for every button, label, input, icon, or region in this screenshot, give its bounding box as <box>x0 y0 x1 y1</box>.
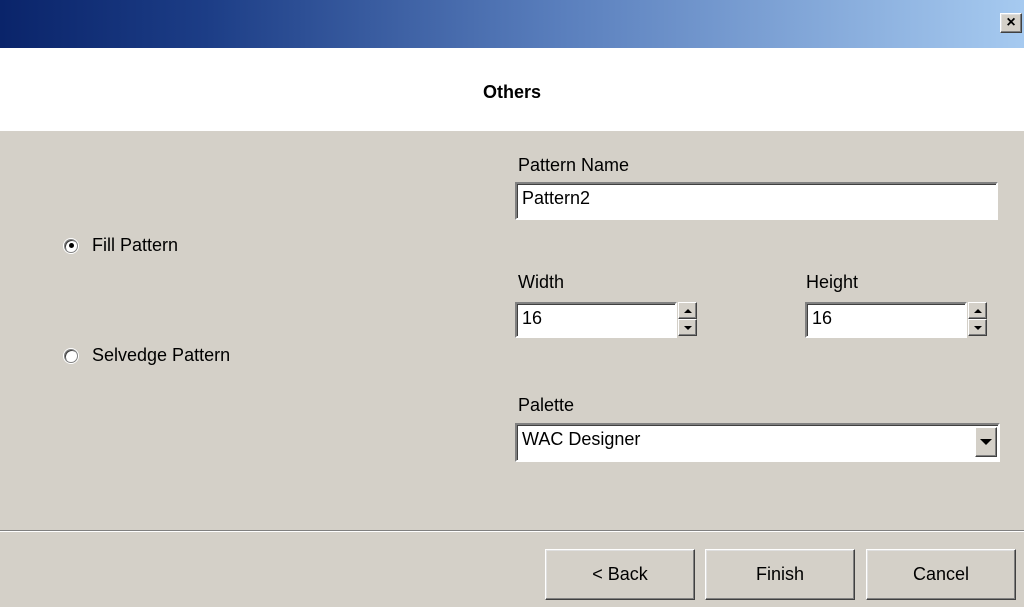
palette-label: Palette <box>518 395 575 415</box>
width-input[interactable]: 16 <box>515 302 677 338</box>
arrow-down-icon <box>973 325 982 330</box>
selvedge-pattern-radio[interactable]: Selvedge Pattern <box>64 345 230 366</box>
close-icon: × <box>1006 14 1016 31</box>
palette-dropdown-button[interactable] <box>975 427 997 457</box>
selvedge-pattern-label: Selvedge Pattern <box>92 345 231 365</box>
palette-select[interactable]: WAC Designer <box>515 423 1000 462</box>
footer-divider-highlight <box>0 531 1024 532</box>
radio-selected-icon[interactable] <box>64 238 78 253</box>
close-button[interactable]: × <box>1000 13 1022 33</box>
height-spinner[interactable] <box>968 302 987 336</box>
arrow-up-icon <box>973 308 982 313</box>
header-divider <box>0 130 1024 131</box>
fill-pattern-label: Fill Pattern <box>92 235 179 255</box>
height-label: Height <box>806 272 859 292</box>
width-increment-button[interactable] <box>678 302 697 319</box>
cancel-button[interactable]: Cancel <box>866 549 1016 600</box>
width-label: Width <box>518 272 565 292</box>
height-input[interactable]: 16 <box>805 302 967 338</box>
fill-pattern-radio[interactable]: Fill Pattern <box>64 235 178 256</box>
finish-button[interactable]: Finish <box>705 549 855 600</box>
height-decrement-button[interactable] <box>968 319 987 336</box>
height-increment-button[interactable] <box>968 302 987 319</box>
pattern-name-label: Pattern Name <box>518 155 630 175</box>
back-button[interactable]: < Back <box>545 549 695 600</box>
width-decrement-button[interactable] <box>678 319 697 336</box>
width-spinner[interactable] <box>678 302 697 336</box>
chevron-down-icon <box>980 439 992 445</box>
wizard-dialog: × Others Fill Pattern Selvedge Pattern P… <box>0 0 1024 607</box>
arrow-down-icon <box>683 325 692 330</box>
wizard-header: Others <box>0 48 1024 131</box>
radio-unselected-icon[interactable] <box>64 348 78 363</box>
page-title: Others <box>482 82 542 102</box>
pattern-name-input[interactable]: Pattern2 <box>515 182 998 220</box>
arrow-up-icon <box>683 308 692 313</box>
title-bar: × <box>0 0 1024 48</box>
